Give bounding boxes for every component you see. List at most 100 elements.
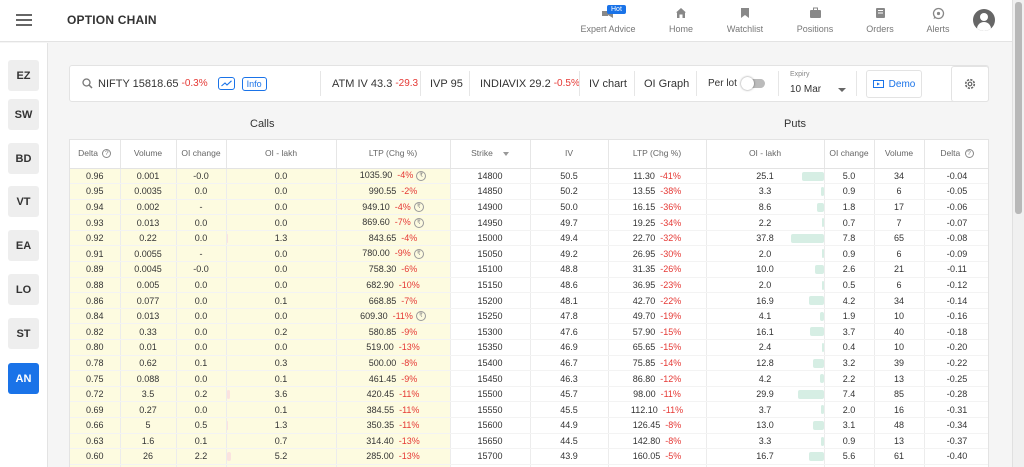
- help-icon[interactable]: ?: [102, 149, 112, 159]
- info-button[interactable]: Info: [241, 76, 267, 91]
- sort-icon[interactable]: [502, 151, 509, 156]
- table-row[interactable]: 0.72 3.5 0.2 3.6 420.45 -11% 15500 45.7 98.00 -11…: [70, 386, 988, 403]
- nav-orders[interactable]: Orders: [864, 0, 896, 42]
- call-ltp[interactable]: 758.30 -6%: [336, 261, 451, 278]
- table-row[interactable]: 0.80 0.01 0.0 0.0 519.00 -13% 15350 46.9 65.65 -1…: [70, 339, 988, 356]
- call-ltp[interactable]: 668.85 -7%: [336, 292, 451, 309]
- table-row[interactable]: 0.92 0.22 0.0 1.3 843.65 -4% 15000 49.4 22.70 -32…: [70, 230, 988, 247]
- call-ltp[interactable]: 350.35 -11%: [336, 417, 451, 434]
- table-row[interactable]: 0.75 0.088 0.0 0.1 461.45 -9% 15450 46.3 86.80 -1…: [70, 370, 988, 387]
- table-row[interactable]: 0.88 0.005 0.0 0.0 682.90 -10% 15150 48.6 36.95-…: [70, 277, 988, 294]
- call-ltp[interactable]: 682.90 -10%: [336, 277, 451, 294]
- call-ltp[interactable]: 780.00 -9% ₹: [336, 245, 451, 263]
- nav-positions[interactable]: Positions: [793, 0, 837, 42]
- calculator-icon[interactable]: ₹: [416, 171, 427, 182]
- put-ltp[interactable]: 42.70 -22%: [608, 292, 707, 309]
- table-row[interactable]: 0.89 0.0045 -0.0 0.0 758.30 -6% 15100 48.8 31.35…: [70, 261, 988, 278]
- call-ltp[interactable]: 314.40 -13%: [336, 433, 451, 450]
- table-row[interactable]: 0.94 0.002-0.0 949.10 -4% ₹14900 50.0 16.15 -36…: [70, 199, 988, 216]
- table-row[interactable]: 0.91 0.0055-0.0 780.00 -9% ₹15050 49.2 26.95 -3…: [70, 245, 988, 263]
- call-ltp[interactable]: 285.00 -13%: [336, 448, 451, 465]
- demo-button[interactable]: Demo: [866, 70, 922, 98]
- call-ltp[interactable]: 384.55 -11%: [336, 401, 451, 418]
- put-ltp[interactable]: 142.80 -8%: [608, 433, 707, 450]
- call-oi-lakh: 0.0: [226, 168, 337, 185]
- put-ltp[interactable]: 160.05 -5%: [608, 448, 707, 465]
- call-ltp[interactable]: 609.30 -11% ₹: [336, 308, 451, 325]
- table-row[interactable]: 0.78 0.62 0.1 0.3 500.00 -8% 15400 46.7 75.85 -14…: [70, 355, 988, 372]
- put-ltp[interactable]: 36.95 -23%: [608, 277, 707, 294]
- nav-watchlist[interactable]: Watchlist: [724, 0, 766, 42]
- call-oi-lakh: 0.3: [226, 355, 337, 372]
- call-ltp[interactable]: 461.45 -9%: [336, 370, 451, 387]
- table-row[interactable]: 0.84 0.013 0.0 0.0 609.30 -11% ₹15250 47.8 49.70…: [70, 308, 988, 325]
- user-avatar-icon[interactable]: [973, 9, 995, 31]
- sidebar-item-an[interactable]: AN: [8, 363, 39, 394]
- trend-chart-icon[interactable]: [217, 77, 235, 90]
- nav-home[interactable]: Home: [664, 0, 698, 42]
- table-row[interactable]: 0.82 0.33 0.0 0.2 580.85 -9% 15300 47.6 57.90 -15…: [70, 323, 988, 341]
- call-ltp[interactable]: 580.85 -9%: [336, 323, 451, 341]
- puts-title: Puts: [784, 118, 807, 130]
- sidebar-item-ez[interactable]: EZ: [8, 60, 39, 91]
- symbol-search[interactable]: NIFTY 15818.65 -0.3% Info: [82, 66, 267, 101]
- put-ltp[interactable]: 112.10 -11%: [608, 401, 707, 418]
- put-ltp[interactable]: 65.65 -15%: [608, 339, 707, 356]
- calculator-icon[interactable]: ₹: [413, 217, 424, 228]
- calculator-icon[interactable]: ₹: [415, 311, 426, 322]
- put-ltp[interactable]: 31.35 -26%: [608, 261, 707, 278]
- sidebar-item-vt[interactable]: VT: [8, 186, 39, 217]
- call-ltp[interactable]: 500.00 -8%: [336, 355, 451, 372]
- nav-expert-advice[interactable]: Hot Expert Advice: [580, 0, 636, 42]
- sidebar-item-lo[interactable]: LO: [8, 274, 39, 305]
- table-row[interactable]: 0.96 0.001 -0.0 0.0 1035.90 -4% ₹14800 50.5 11.3…: [70, 168, 988, 185]
- sidebar-item-sw[interactable]: SW: [8, 99, 39, 130]
- hamburger-menu-icon[interactable]: [16, 14, 32, 26]
- call-ltp[interactable]: 519.00 -13%: [336, 339, 451, 356]
- call-oi-lakh: 0.0: [226, 261, 337, 278]
- col-put-volume: Volume: [874, 140, 925, 169]
- call-ltp[interactable]: 843.65 -4%: [336, 230, 451, 247]
- put-ltp[interactable]: 13.55 -38%: [608, 183, 707, 200]
- call-ltp[interactable]: 1035.90 -4% ₹: [336, 168, 451, 185]
- table-row[interactable]: 0.66 5 0.5 1.3 350.35 -11% 15600 44.9 126.45 -8% 1…: [70, 417, 988, 434]
- put-ltp[interactable]: 16.15 -36%: [608, 199, 707, 216]
- nav-alerts[interactable]: Alerts: [924, 0, 952, 42]
- table-row[interactable]: 0.60 26 2.2 5.2 285.00 -13% 15700 43.9 160.05 -5%…: [70, 448, 988, 465]
- put-ltp[interactable]: 126.45 -8%: [608, 417, 707, 434]
- calculator-icon[interactable]: ₹: [413, 202, 424, 213]
- oi-graph-link[interactable]: OI Graph: [644, 66, 689, 101]
- iv-chart-link[interactable]: IV chart: [589, 66, 627, 101]
- table-row[interactable]: 0.69 0.27 0.0 0.1 384.55 -11% 15550 45.5 112.10-…: [70, 401, 988, 418]
- call-ltp[interactable]: 990.55 -2%: [336, 183, 451, 200]
- table-row[interactable]: 0.93 0.013 0.0 0.0 869.60 -7% ₹14950 49.7 19.25-…: [70, 214, 988, 231]
- put-ltp[interactable]: 57.90 -15%: [608, 323, 707, 341]
- put-ltp[interactable]: 22.70 -32%: [608, 230, 707, 247]
- call-ltp[interactable]: 869.60 -7% ₹: [336, 214, 451, 231]
- table-row[interactable]: 0.86 0.077 0.0 0.1 668.85 -7% 15200 48.1 42.70 -2…: [70, 292, 988, 309]
- call-ltp[interactable]: 949.10 -4% ₹: [336, 199, 451, 216]
- settings-button[interactable]: [951, 66, 989, 102]
- per-lot-toggle[interactable]: [740, 77, 765, 90]
- put-oi-bar: [801, 171, 823, 181]
- sidebar-item-bd[interactable]: BD: [8, 143, 39, 174]
- calculator-icon[interactable]: ₹: [413, 249, 424, 260]
- table-row[interactable]: 0.95 0.0035 0.0 0.0 990.55 -2% 14850 50.2 13.55-…: [70, 183, 988, 200]
- put-ltp[interactable]: 98.00 -11%: [608, 386, 707, 403]
- put-ltp[interactable]: 19.25 -34%: [608, 214, 707, 231]
- put-delta: -0.14: [924, 292, 988, 309]
- sidebar: EZ SW BD VT EA LO ST AN: [0, 43, 48, 467]
- page-scrollbar[interactable]: [1012, 0, 1024, 467]
- scrollbar-thumb[interactable]: [1015, 2, 1022, 214]
- put-ltp[interactable]: 26.95 -30%: [608, 245, 707, 263]
- sidebar-item-ea[interactable]: EA: [8, 230, 39, 261]
- call-ltp[interactable]: 420.45 -11%: [336, 386, 451, 403]
- put-ltp[interactable]: 11.30 -41%: [608, 168, 707, 185]
- put-ltp[interactable]: 49.70 -19%: [608, 308, 707, 325]
- put-ltp[interactable]: 75.85 -14%: [608, 355, 707, 372]
- help-icon[interactable]: ?: [964, 149, 974, 159]
- col-strike[interactable]: Strike: [450, 140, 531, 169]
- table-row[interactable]: 0.63 1.6 0.1 0.7 314.40 -13% 15650 44.5 142.80 -8…: [70, 433, 988, 450]
- sidebar-item-st[interactable]: ST: [8, 318, 39, 349]
- put-ltp[interactable]: 86.80 -12%: [608, 370, 707, 387]
